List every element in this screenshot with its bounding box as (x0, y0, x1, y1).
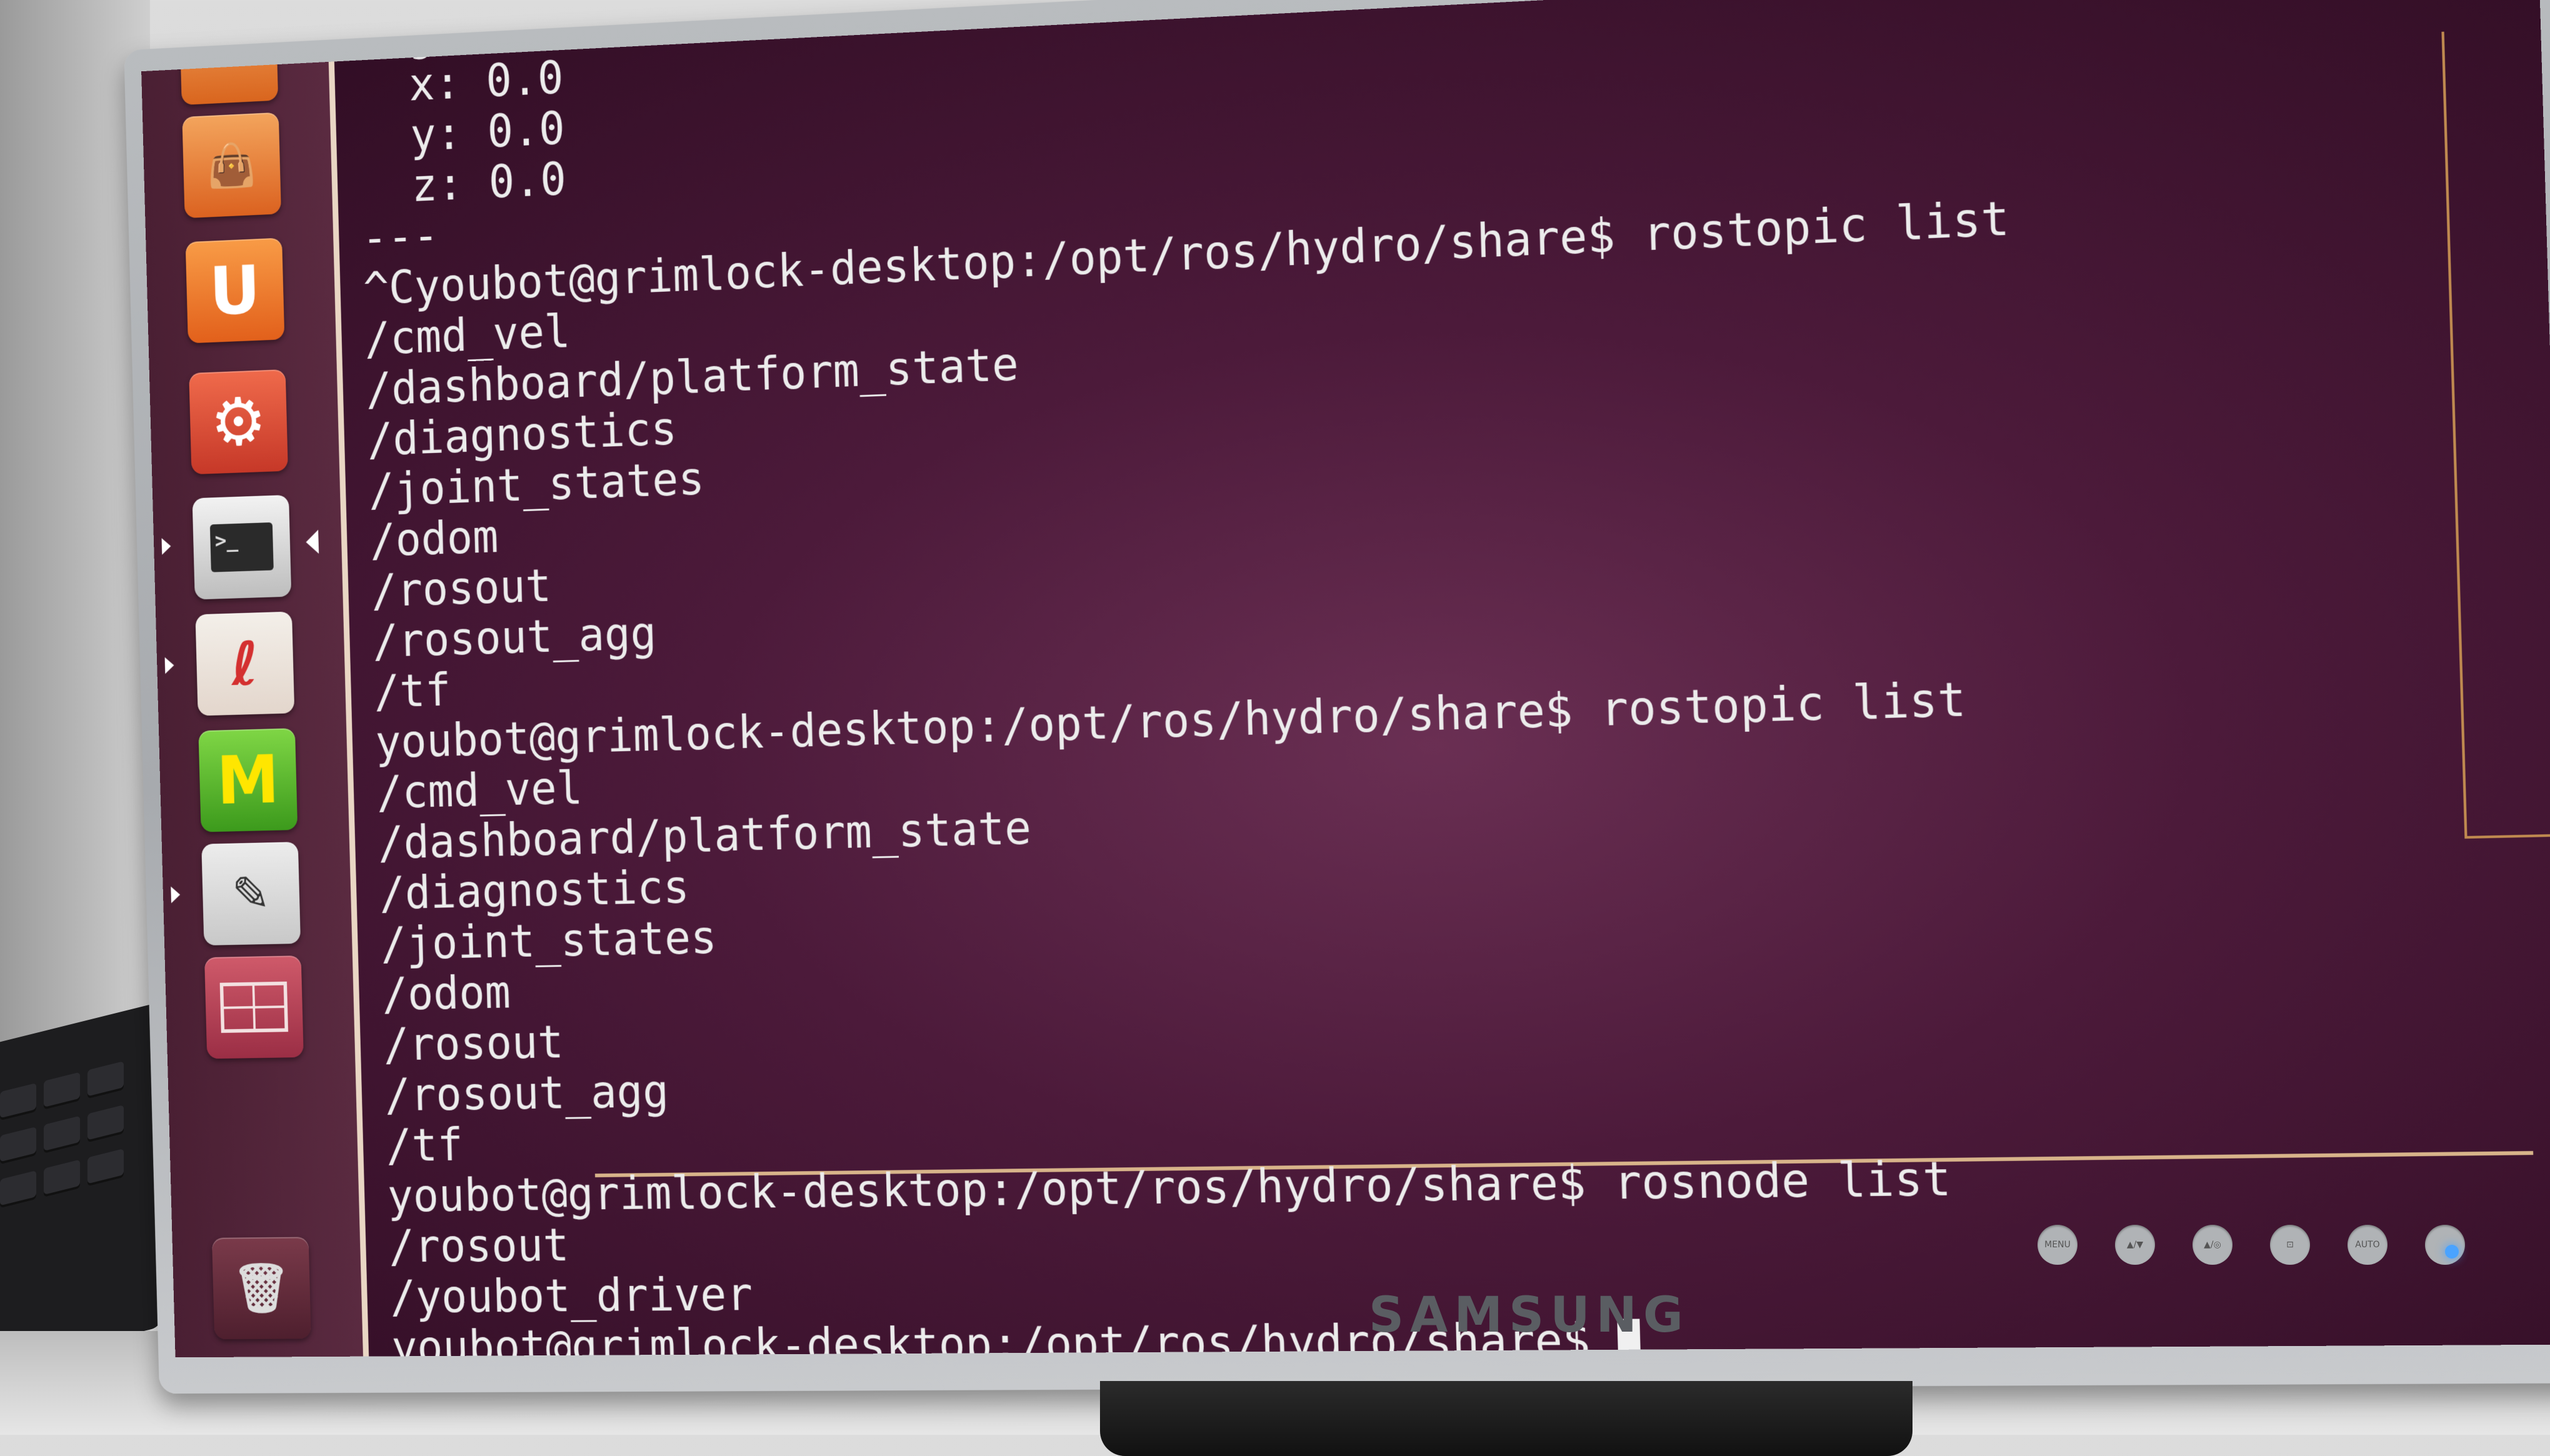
shopping-bag-icon: 👜 (206, 139, 258, 191)
launcher-app[interactable]: ℓ (195, 611, 295, 716)
monitor-stand (1100, 1381, 1912, 1456)
launcher-ubuntu-one[interactable]: U (185, 237, 285, 344)
monitor-auto-button[interactable]: AUTO (2348, 1225, 2388, 1265)
m-logo-icon: M (216, 741, 281, 819)
launcher-terminal[interactable]: >_ (192, 494, 292, 600)
terminal-window[interactable]: angular: x: 0.0 y: 0.0 z: 0.0 --- ^Cyoub… (356, 0, 2485, 1358)
launcher-software-center[interactable]: 👜 (182, 112, 282, 219)
monitor-screen: ▭ 👜 U ⚙ >_ ℓ M ✎ 🗑 (141, 0, 2550, 1358)
ubuntu-one-icon: U (208, 251, 262, 330)
launcher-app-m[interactable]: M (198, 728, 298, 832)
monitor-adjust-button[interactable]: ▲/▼ (2115, 1225, 2155, 1265)
terminal-icon: >_ (209, 522, 274, 572)
keyboard (0, 1001, 162, 1374)
monitor-power-button[interactable] (2425, 1225, 2465, 1265)
monitor-brand-logo: SAMSUNG (1369, 1287, 1689, 1344)
monitor-control-buttons: MENU ▲/▼ ▲/◎ ⊡ AUTO (2038, 1225, 2465, 1265)
monitor-menu-button[interactable]: MENU (2038, 1225, 2078, 1265)
pencil-icon: ✎ (231, 865, 271, 922)
launcher-trash[interactable]: 🗑 (211, 1237, 311, 1340)
monitor-brightness-button[interactable]: ▲/◎ (2192, 1225, 2232, 1265)
running-indicator (161, 537, 171, 555)
running-indicator (164, 657, 174, 674)
launcher-text-editor[interactable]: ✎ (201, 842, 301, 946)
trash-icon: 🗑 (231, 1260, 291, 1316)
unity-launcher: ▭ 👜 U ⚙ >_ ℓ M ✎ 🗑 (141, 0, 369, 1358)
settings-icon: ⚙ (209, 382, 268, 462)
launcher-system-settings[interactable]: ⚙ (189, 369, 288, 475)
monitor-source-button[interactable]: ⊡ (2270, 1225, 2310, 1265)
launcher-workspace-switcher[interactable] (204, 955, 304, 1059)
workspaces-icon (219, 981, 289, 1033)
robot-logo-icon: ℓ (230, 628, 259, 699)
running-indicator (171, 886, 181, 904)
active-window-arrow (306, 529, 319, 554)
power-led-icon (2444, 1244, 2459, 1259)
